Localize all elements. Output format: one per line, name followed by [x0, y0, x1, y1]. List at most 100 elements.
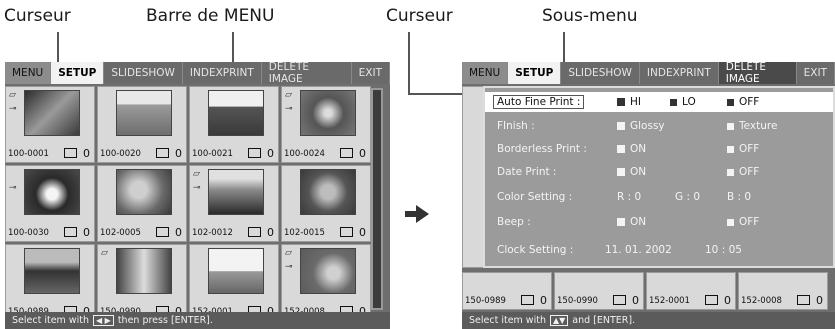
setup-screen: MENU SETUP SLIDESHOW INDEXPRINT DELETE I… [462, 61, 835, 329]
leader-line-cursor-right-v [408, 32, 410, 94]
print-icon: ▱ [101, 248, 108, 258]
print-count-icon [705, 295, 718, 305]
image-number: 100-0024 [284, 149, 325, 159]
setting-beep[interactable]: Beep : ON OFF [485, 212, 833, 232]
print-count-icon [340, 148, 353, 158]
image-number: 100-0001 [8, 149, 49, 159]
color-g-value[interactable]: G : 0 [675, 191, 700, 203]
print-icon: ▱ [193, 169, 200, 179]
color-r-value[interactable]: R : 0 [617, 191, 641, 203]
print-count-icon [64, 148, 77, 158]
photo-thumbnail [116, 248, 172, 294]
thumbnail-cell[interactable]: 150-0989 0 [462, 272, 552, 310]
menu-item-setup[interactable]: SETUP [508, 62, 562, 84]
print-count-icon [521, 295, 534, 305]
setting-color[interactable]: Color Setting : R : 0 G : 0 B : 0 [485, 187, 833, 207]
setting-label: Clock Setting : [497, 244, 574, 256]
thumbnail-cell[interactable]: ▱ ⊸ 100-0001 0 [5, 86, 95, 163]
thumbnail-cell[interactable]: ▱⊸ 152-0008 0 [281, 244, 371, 321]
option-hi[interactable]: HI [617, 96, 641, 108]
square-icon [727, 168, 734, 176]
status-suffix: then press [ENTER]. [117, 315, 213, 326]
print-count: 0 [816, 294, 823, 307]
photo-thumbnail [24, 90, 80, 136]
scrollbar[interactable] [371, 88, 383, 310]
setting-date-print[interactable]: Date Print : ON OFF [485, 162, 833, 182]
image-number: 150-0989 [465, 296, 506, 306]
setting-finish[interactable]: FInish : Glossy Texture [485, 116, 833, 136]
status-suffix: and [ENTER]. [572, 315, 636, 326]
photo-thumbnail [208, 90, 264, 136]
clock-time[interactable]: 10 : 05 [705, 244, 742, 256]
print-count-icon [248, 148, 261, 158]
option-on[interactable]: ON [617, 143, 646, 155]
photo-thumbnail [208, 169, 264, 215]
key-icon: ⊸ [193, 183, 201, 193]
thumbnail-cell[interactable]: 102-0015 0 [281, 165, 371, 242]
option-off[interactable]: OFF [727, 216, 759, 228]
setting-label: Color Setting : [497, 191, 573, 203]
option-on[interactable]: ON [617, 166, 646, 178]
key-icon: ⊸ [285, 104, 293, 114]
menu-item-delete-image[interactable]: DELETE IMAGE [261, 61, 352, 85]
menu-item-indexprint[interactable]: INDEXPRINT [182, 62, 262, 84]
option-lo[interactable]: LO [670, 96, 696, 108]
menu-item-indexprint[interactable]: INDEXPRINT [639, 62, 719, 84]
option-off[interactable]: OFF [727, 96, 759, 108]
annotation-cursor-left: Curseur [4, 6, 71, 26]
thumbnail-cell[interactable]: ▱ 150-0990 0 [97, 244, 187, 321]
option-glossy[interactable]: Glossy [617, 120, 665, 132]
print-count: 0 [83, 147, 90, 160]
thumbnail-cell[interactable]: 100-0020 0 [97, 86, 187, 163]
menu-item-exit[interactable]: EXIT [351, 62, 390, 84]
setting-borderless-print[interactable]: Borderless Print : ON OFF [485, 139, 833, 159]
option-texture[interactable]: Texture [727, 120, 777, 132]
menu-item-menu[interactable]: MENU [462, 62, 509, 84]
photo-thumbnail [24, 169, 80, 215]
status-bar: Select item with ◀ ▶ then press [ENTER]. [5, 312, 390, 329]
thumbnail-cell[interactable]: 102-0005 0 [97, 165, 187, 242]
key-icon: ⊸ [285, 262, 293, 272]
checkbox-icon [617, 145, 625, 153]
print-count-icon [248, 227, 261, 237]
square-icon [670, 98, 677, 106]
print-count: 0 [175, 226, 182, 239]
image-number: 102-0005 [100, 228, 141, 238]
setting-clock[interactable]: Clock Setting : 11. 01. 2002 10 : 05 [485, 240, 833, 260]
clock-date[interactable]: 11. 01. 2002 [605, 244, 672, 256]
annotation-menu-bar: Barre de MENU [146, 6, 275, 26]
print-icon: ▱ [285, 90, 292, 100]
menu-item-menu[interactable]: MENU [5, 62, 52, 84]
option-on[interactable]: ON [617, 216, 646, 228]
square-icon [727, 218, 734, 226]
thumbnail-cell[interactable]: 150-0990 0 [554, 272, 644, 310]
color-b-value[interactable]: B : 0 [727, 191, 751, 203]
thumbnail-cell[interactable]: ⊸ 100-0030 0 [5, 165, 95, 242]
option-off[interactable]: OFF [727, 143, 759, 155]
thumbnail-cell[interactable]: 152-0001 0 [646, 272, 736, 310]
menu-item-exit[interactable]: EXIT [796, 62, 835, 84]
thumbnail-cell[interactable]: ▱ ⊸ 102-0012 0 [189, 165, 279, 242]
menu-item-setup[interactable]: SETUP [51, 62, 105, 84]
thumbnail-cell[interactable]: 152-0008 0 [738, 272, 828, 310]
menu-item-slideshow[interactable]: SLIDESHOW [104, 62, 183, 84]
image-number: 100-0030 [8, 228, 49, 238]
square-icon [727, 98, 734, 106]
print-count: 0 [359, 147, 366, 160]
print-count: 0 [267, 147, 274, 160]
menu-item-delete-image[interactable]: DELETE IMAGE [718, 61, 797, 85]
thumbnail-cell[interactable]: ▱ ⊸ 100-0024 0 [281, 86, 371, 163]
print-icon: ▱ [285, 248, 292, 258]
setting-label: FInish : [497, 120, 535, 132]
image-number: 100-0021 [192, 149, 233, 159]
option-off[interactable]: OFF [727, 166, 759, 178]
thumbnail-cell[interactable]: 150-0989 0 [5, 244, 95, 321]
print-count: 0 [540, 294, 547, 307]
thumbnail-cell[interactable]: 100-0021 0 [189, 86, 279, 163]
left-right-arrow-keys-icon: ◀ ▶ [92, 315, 114, 326]
menu-item-slideshow[interactable]: SLIDESHOW [561, 62, 640, 84]
arrow-right-icon [405, 205, 429, 223]
setting-auto-fine-print[interactable]: Auto Fine Print : HI LO OFF [485, 92, 833, 112]
thumbnail-cell[interactable]: 152-0001 0 [189, 244, 279, 321]
setting-label: Borderless Print : [497, 143, 587, 155]
